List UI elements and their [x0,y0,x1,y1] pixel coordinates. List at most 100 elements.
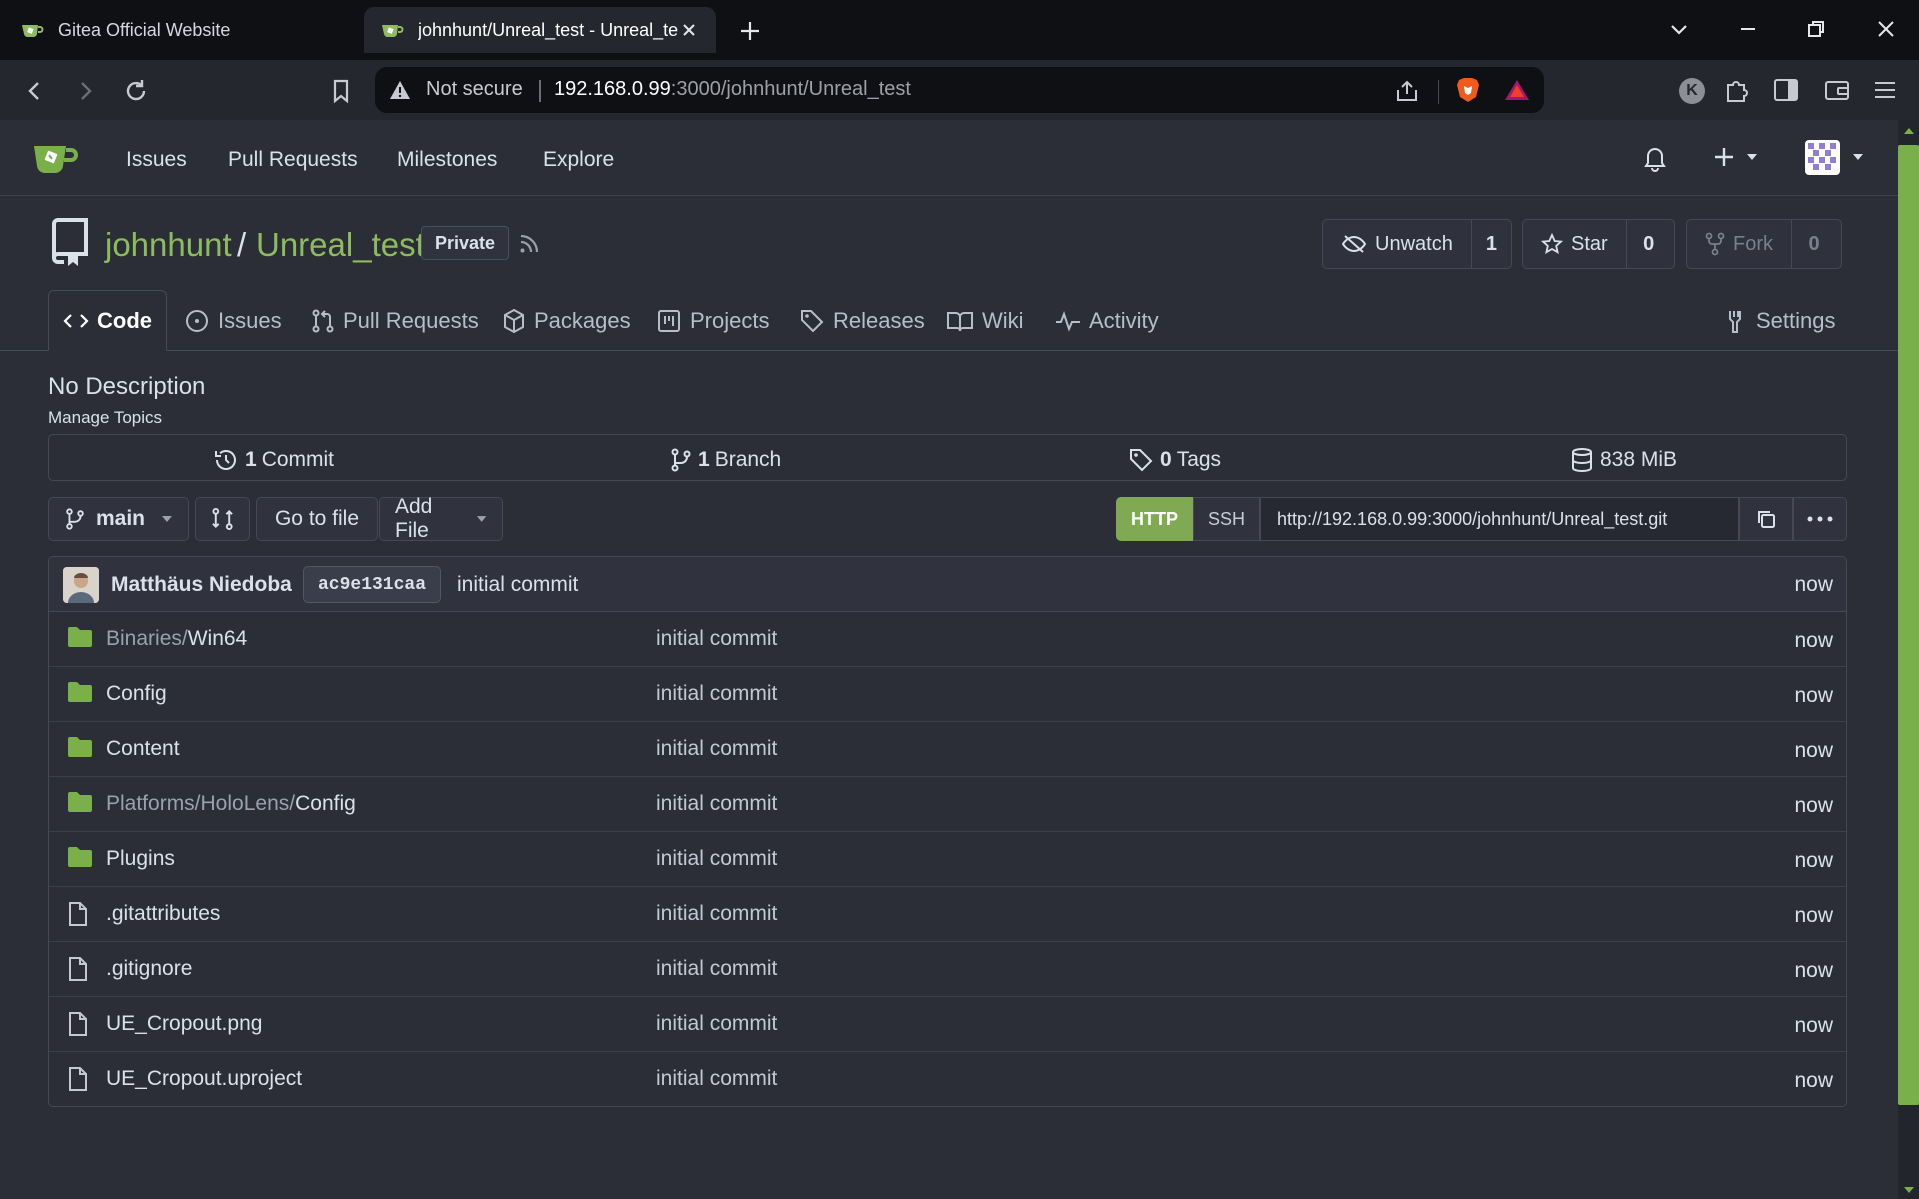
entry-commit-message[interactable]: initial commit [656,1067,777,1091]
star-button[interactable]: Star [1523,220,1627,268]
code-icon [63,313,89,328]
reload-icon[interactable] [121,76,151,106]
close-window-icon[interactable] [1871,14,1901,44]
restore-icon[interactable] [1801,14,1831,44]
entry-name-link[interactable]: .gitattributes [106,902,220,926]
wallet-icon[interactable] [1823,77,1851,103]
bell-icon[interactable] [1642,144,1668,172]
commit-message[interactable]: initial commit [457,573,578,597]
go-to-file-button[interactable]: Go to file [256,497,378,541]
tab-search-chevron-icon[interactable] [1664,14,1694,44]
user-avatar[interactable] [1805,140,1840,175]
browser-tab-unreal-test[interactable]: johnhunt/Unreal_test - Unreal_test [364,7,716,53]
entry-name-link[interactable]: Plugins [106,847,175,871]
commit-author-avatar[interactable] [63,567,99,603]
repo-owner-link[interactable]: johnhunt [105,226,232,264]
fork-count[interactable]: 0 [1792,220,1836,268]
nav-milestones[interactable]: Milestones [397,148,497,172]
star-count[interactable]: 0 [1627,220,1671,268]
manage-topics-link[interactable]: Manage Topics [48,408,162,428]
entry-time: now [1794,959,1833,982]
close-tab-icon[interactable] [678,19,700,41]
sidebar-icon[interactable] [1772,77,1800,103]
user-menu-chevron-icon[interactable] [1851,152,1865,162]
entry-name-link[interactable]: Platforms/HoloLens/Config [106,792,356,816]
warning-icon[interactable] [389,79,411,101]
commit-sha[interactable]: ac9e131caa [303,566,442,603]
compare-button[interactable] [195,497,250,541]
security-label[interactable]: Not secure [426,78,523,101]
nav-explore[interactable]: Explore [543,148,614,172]
address-bar[interactable] [375,67,1544,113]
tab-title: Gitea Official Website [58,19,231,40]
entry-path-prefix: Platforms/HoloLens/ [106,792,296,815]
more-actions-button[interactable] [1793,497,1847,541]
share-icon[interactable] [1393,77,1421,105]
add-file-dropdown[interactable]: Add File [379,495,503,542]
entry-name-link[interactable]: UE_Cropout.png [106,1012,262,1036]
fork-button[interactable]: Fork [1687,220,1792,268]
tab-settings[interactable]: Settings [1724,290,1836,351]
address-url[interactable]: 192.168.0.99:3000/johnhunt/Unreal_test [554,78,911,101]
scroll-down-arrow-icon[interactable] [1902,1185,1916,1195]
unwatch-button[interactable]: Unwatch [1323,220,1472,268]
tab-releases[interactable]: Releases [799,290,925,351]
extensions-icon[interactable] [1723,76,1751,104]
clone-url-input[interactable]: http://192.168.0.99:3000/johnhunt/Unreal… [1260,497,1739,541]
tab-activity[interactable]: Activity [1055,290,1159,351]
folder-row: Platforms/HoloLens/Config initial commit n… [49,777,1846,832]
watch-count[interactable]: 1 [1472,220,1511,268]
entry-name-link[interactable]: Content [106,737,180,761]
tab-label: Code [97,307,152,333]
entry-commit-message[interactable]: initial commit [656,627,777,651]
tab-projects[interactable]: Projects [656,290,769,351]
create-plus-icon[interactable] [1711,144,1737,170]
entry-commit-message[interactable]: initial commit [656,737,777,761]
tab-issues[interactable]: Issues [184,290,282,351]
entry-name-link[interactable]: .gitignore [106,957,192,981]
brave-shields-icon[interactable] [1455,76,1481,104]
rss-icon[interactable] [517,232,541,256]
scroll-up-arrow-icon[interactable] [1902,126,1916,136]
tab-wiki[interactable]: Wiki [946,290,1024,351]
gitea-logo-icon[interactable] [32,140,80,176]
bookmark-icon[interactable] [326,76,356,106]
entry-commit-message[interactable]: initial commit [656,847,777,871]
file-icon [67,1066,93,1091]
commit-author[interactable]: Matthäus Niedoba [111,573,292,597]
chevron-down-icon[interactable] [1745,152,1759,162]
entry-commit-message[interactable]: initial commit [656,1012,777,1036]
entry-commit-message[interactable]: initial commit [656,682,777,706]
entry-name-link[interactable]: Binaries/Win64 [106,627,247,651]
entry-commit-message[interactable]: initial commit [656,792,777,816]
menu-icon[interactable] [1872,78,1898,102]
profile-avatar[interactable]: K [1679,78,1705,104]
branch-dropdown[interactable]: main [48,497,189,541]
scrollbar-thumb[interactable] [1898,145,1919,1105]
entry-name-link[interactable]: Config [106,682,167,706]
tab-pull-requests[interactable]: Pull Requests [311,290,479,351]
repo-name-link[interactable]: Unreal_test [256,226,425,264]
tags-stat[interactable]: 0 Tags [1128,447,1221,473]
minimize-icon[interactable] [1733,14,1763,44]
commits-stat[interactable]: 1 Commit [213,447,334,473]
private-badge: Private [421,226,510,260]
tab-packages[interactable]: Packages [502,290,631,351]
copy-url-button[interactable] [1739,497,1793,541]
entry-name-link[interactable]: UE_Cropout.uproject [106,1067,302,1091]
entry-commit-message[interactable]: initial commit [656,957,777,981]
nav-pull-requests[interactable]: Pull Requests [228,148,358,172]
clone-http-button[interactable]: HTTP [1116,497,1193,541]
nav-issues[interactable]: Issues [126,148,187,172]
new-tab-icon[interactable] [735,16,765,46]
entry-path-prefix: Binaries/ [106,627,188,650]
forward-icon[interactable] [70,76,100,106]
branches-stat[interactable]: 1 Branch [670,447,781,473]
clone-ssh-button[interactable]: SSH [1193,497,1260,541]
file-row: UE_Cropout.png initial commit now [49,997,1846,1052]
entry-commit-message[interactable]: initial commit [656,902,777,926]
tab-code[interactable]: Code [48,290,167,351]
brave-rewards-icon[interactable] [1504,78,1530,102]
back-icon[interactable] [20,76,50,106]
browser-tab-gitea-official[interactable]: Gitea Official Website [4,7,359,53]
